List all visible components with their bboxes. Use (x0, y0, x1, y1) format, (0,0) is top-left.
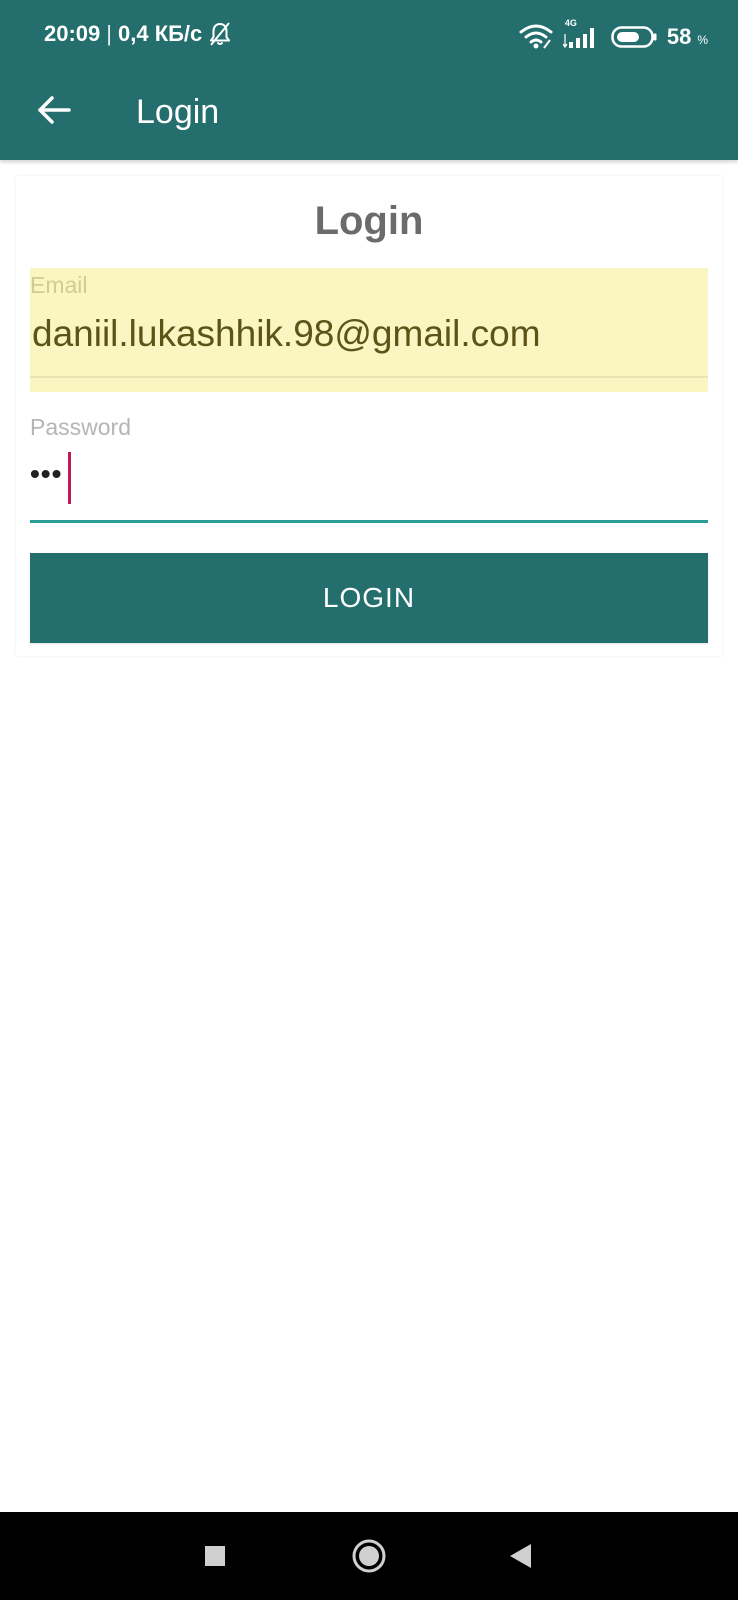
cell-signal-icon: 4G (562, 18, 601, 50)
back-triangle-icon (507, 1542, 533, 1570)
form-heading: Login (314, 199, 424, 243)
app-bar: Login (0, 68, 738, 160)
password-field[interactable]: Password ••• (30, 408, 708, 526)
bell-off-icon (208, 21, 232, 47)
status-bar: 20:09 | 0,4 КБ/с 4G 58 % (0, 0, 738, 68)
battery-percent-unit: % (697, 33, 708, 47)
email-field[interactable]: Email daniil.lukashhik.98@gmail.com (30, 268, 708, 392)
system-nav-bar (0, 1512, 738, 1600)
status-left-group: 20:09 | 0,4 КБ/с (44, 20, 232, 48)
back-button[interactable] (30, 86, 78, 134)
battery-icon (611, 25, 657, 49)
wifi-icon (519, 24, 553, 50)
home-circle-icon (351, 1538, 387, 1574)
login-button[interactable]: LOGIN (30, 553, 708, 643)
email-label: Email (30, 272, 88, 298)
nav-recents-button[interactable] (191, 1532, 239, 1580)
status-right-group: 4G 58 % (519, 18, 708, 54)
password-label: Password (30, 414, 131, 440)
email-underline (30, 376, 708, 378)
status-network-speed: 0,4 КБ/с (118, 21, 203, 46)
arrow-back-icon (37, 95, 71, 125)
status-time: 20:09 (44, 21, 101, 46)
nav-back-button[interactable] (496, 1532, 544, 1580)
nav-home-button[interactable] (345, 1532, 393, 1580)
email-input[interactable]: daniil.lukashhik.98@gmail.com (32, 310, 541, 358)
battery-level: 58 (666, 24, 692, 49)
text-cursor (68, 452, 71, 504)
app-bar-title: Login (136, 93, 220, 131)
status-separator: | (106, 21, 112, 46)
network-type-label: 4G (564, 18, 577, 28)
password-input[interactable]: ••• (30, 460, 62, 488)
recents-square-icon (203, 1544, 227, 1568)
password-underline (30, 520, 708, 523)
